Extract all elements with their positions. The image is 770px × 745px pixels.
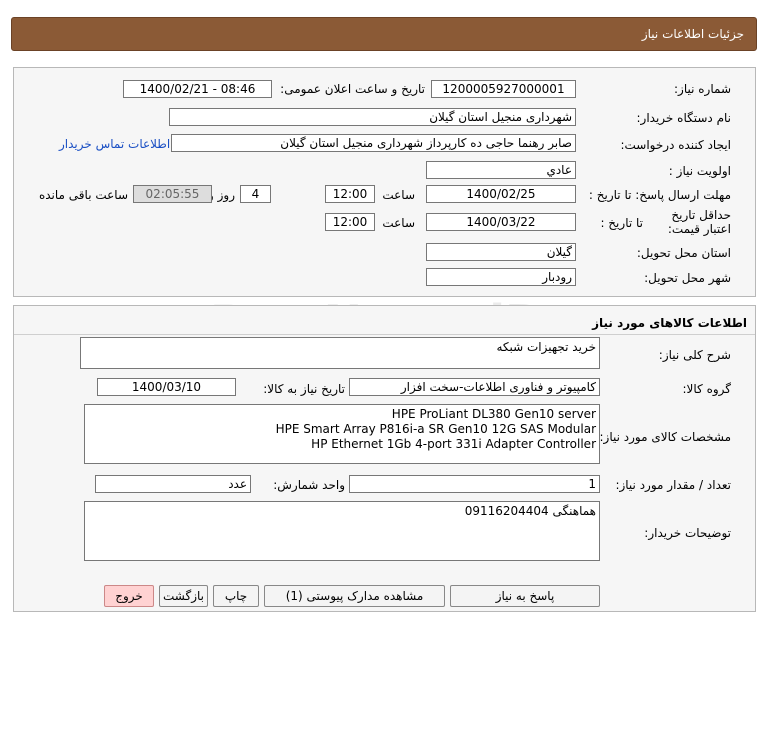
city-label: شهر محل تحویل: [644, 271, 731, 285]
goods-group-field: کامپیوتر و فناوری اطلاعات-سخت افزار [349, 378, 600, 396]
need-number-label: شماره نیاز: [674, 82, 731, 96]
priority-label: اولویت نیاز : [668, 164, 731, 178]
general-description-label: شرح کلی نیاز: [658, 348, 731, 362]
city-field: رودبار [426, 268, 576, 286]
price-validity-date-field: 1400/03/22 [426, 213, 576, 231]
requester-field: صابر رهنما حاجی ده کارپرداز شهرداری منجی… [171, 134, 576, 152]
unit-label: واحد شمارش: [273, 478, 345, 492]
days-label: روز و [208, 188, 235, 202]
buyer-contact-link[interactable]: اطلاعات تماس خریدار [59, 137, 170, 151]
need-date-field: 1400/03/10 [97, 378, 236, 396]
buyer-notes-field: هماهنگی 09116204404 [84, 501, 600, 561]
need-date-label: تاریخ نیاز به کالا: [263, 382, 345, 396]
goods-spec-line: HPE Smart Array P816i-a SR Gen10 12G SAS… [275, 422, 596, 436]
days-remaining-field: 4 [240, 185, 271, 203]
reply-button[interactable]: پاسخ به نیاز [450, 585, 600, 607]
view-attachments-button[interactable]: مشاهده مدارک پیوستی (1) [264, 585, 445, 607]
price-validity-to-label: تا تاریخ : [600, 216, 643, 230]
need-number-field: 1200005927000001 [431, 80, 576, 98]
unit-field: عدد [95, 475, 251, 493]
goods-group-label: گروه کالا: [682, 382, 732, 396]
need-info-panel: شماره نیاز: 1200005927000001 تاریخ و ساع… [13, 67, 756, 297]
requester-label: ایجاد کننده درخواست: [620, 138, 731, 152]
priority-field: عادي [426, 161, 576, 179]
quantity-label: تعداد / مقدار مورد نیاز: [615, 478, 731, 492]
deadline-time-field: 12:00 [325, 185, 375, 203]
goods-specs-label: مشخصات کالای مورد نیاز: [599, 430, 731, 444]
section-divider [14, 334, 755, 335]
print-button[interactable]: چاپ [213, 585, 259, 607]
province-field: گیلان [426, 243, 576, 261]
buyer-notes-label: توضیحات خریدار: [644, 526, 731, 540]
announce-date-field: 1400/02/21 - 08:46 [123, 80, 272, 98]
goods-info-panel: اطلاعات کالاهای مورد نیاز شرح کلی نیاز: … [13, 305, 756, 612]
price-validity-time-label: ساعت [382, 216, 415, 230]
province-label: استان محل تحویل: [636, 246, 731, 260]
page-header: جزئیات اطلاعات نیاز [11, 17, 757, 51]
price-validity-time-field: 12:00 [325, 213, 375, 231]
deadline-label: مهلت ارسال پاسخ: تا تاریخ : [588, 188, 731, 202]
goods-section-title: اطلاعات کالاهای مورد نیاز [592, 316, 747, 330]
goods-specs-field: HPE ProLiant DL380 Gen10 server HPE Smar… [84, 404, 600, 464]
general-description-field: خرید تجهیزات شبکه [80, 337, 600, 369]
goods-spec-line: HPE ProLiant DL380 Gen10 server [391, 407, 596, 421]
exit-button[interactable]: خروج [104, 585, 154, 607]
deadline-date-field: 1400/02/25 [426, 185, 576, 203]
buyer-field: شهرداری منجیل استان گیلان [169, 108, 576, 126]
goods-spec-line: HP Ethernet 1Gb 4-port 331i Adapter Cont… [311, 437, 596, 451]
back-button[interactable]: بازگشت [159, 585, 208, 607]
remaining-time-label: ساعت باقی مانده [38, 188, 128, 202]
deadline-time-label: ساعت [382, 188, 415, 202]
page-title: جزئیات اطلاعات نیاز [641, 27, 744, 41]
remaining-time-field: 02:05:55 [133, 185, 212, 203]
price-validity-label: حداقل تاریخ اعتبار قیمت: [667, 208, 731, 236]
announce-date-label: تاریخ و ساعت اعلان عمومی: [280, 82, 425, 96]
quantity-field: 1 [349, 475, 600, 493]
buyer-label: نام دستگاه خریدار: [636, 111, 732, 125]
